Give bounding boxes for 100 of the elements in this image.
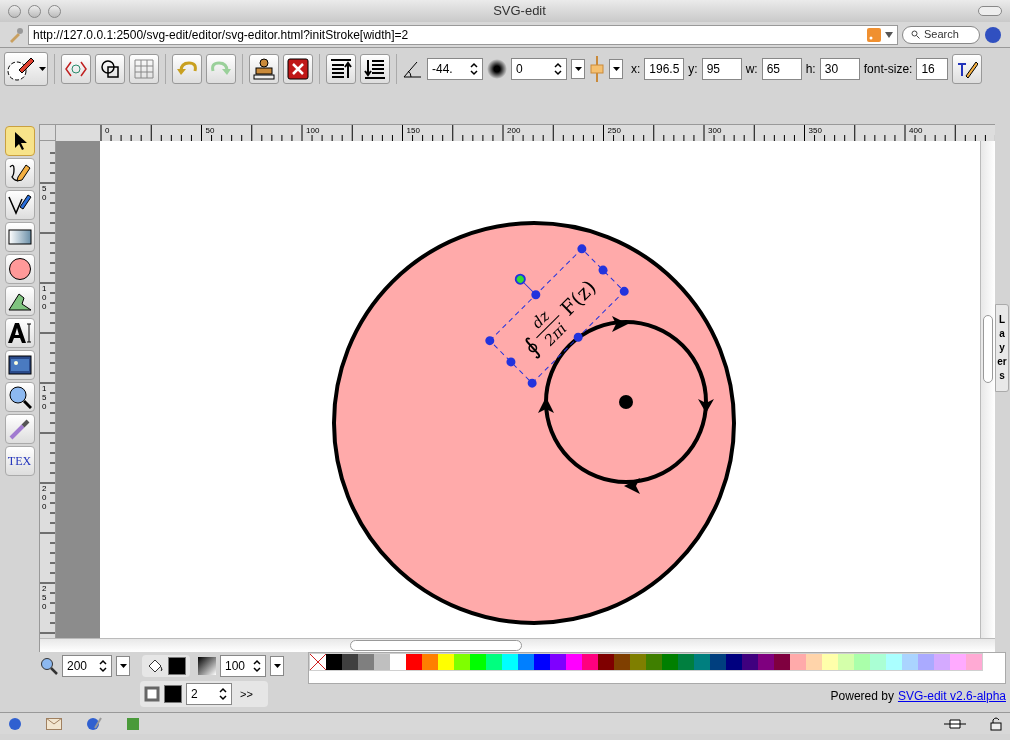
clone-button[interactable] (249, 54, 279, 84)
color-swatch[interactable] (630, 654, 646, 670)
dropdown-button[interactable] (571, 59, 585, 79)
window-control[interactable] (8, 4, 21, 18)
text-icon (6, 321, 33, 345)
resize-handle[interactable] (598, 265, 608, 275)
color-swatch[interactable] (838, 654, 854, 670)
color-swatch[interactable] (710, 654, 726, 670)
tool-button[interactable] (4, 222, 35, 252)
color-swatch[interactable] (598, 654, 614, 670)
no-color-swatch[interactable] (310, 654, 326, 670)
color-swatch[interactable] (550, 654, 566, 670)
x-field[interactable]: 196.5 (644, 58, 685, 80)
color-swatch[interactable] (774, 654, 790, 670)
color-swatch[interactable] (742, 654, 758, 670)
tool-button[interactable]: TEX (4, 446, 35, 476)
color-swatch[interactable] (534, 654, 550, 670)
color-swatch[interactable] (502, 654, 518, 670)
move-to-bottom-button[interactable] (360, 54, 390, 84)
stroke-width-field[interactable]: 2 (186, 683, 232, 705)
large-circle[interactable] (332, 221, 736, 625)
color-swatch[interactable] (566, 654, 582, 670)
delete-button[interactable] (283, 54, 313, 84)
tool-button[interactable] (4, 382, 35, 412)
y-field[interactable]: 95 (701, 58, 742, 80)
color-swatch[interactable] (422, 654, 438, 670)
blur-field[interactable]: 0 (511, 58, 567, 80)
color-swatch[interactable] (518, 654, 534, 670)
color-swatch[interactable] (438, 654, 454, 670)
resize-handle[interactable] (577, 244, 587, 254)
color-swatch[interactable] (582, 654, 598, 670)
color-swatch[interactable] (870, 654, 886, 670)
opacity-field[interactable]: 100 (220, 655, 266, 677)
tool-button[interactable] (4, 350, 35, 380)
tool-button[interactable] (4, 286, 35, 316)
color-swatch[interactable] (406, 654, 422, 670)
undo-button[interactable] (172, 54, 202, 84)
color-swatch[interactable] (918, 654, 934, 670)
tool-button[interactable] (4, 414, 35, 444)
tool-button[interactable] (4, 190, 35, 220)
fill-color-swatch[interactable] (168, 657, 186, 675)
color-swatch[interactable] (950, 654, 966, 670)
main-menu-button[interactable] (4, 52, 48, 86)
address-field[interactable]: http://127.0.0.1:2500/svg-edit/editor/svg-editor.html?initStroke[width]=2 (28, 24, 898, 45)
color-swatch[interactable] (886, 654, 902, 670)
resize-handle[interactable] (506, 357, 516, 367)
dropdown-button[interactable] (270, 656, 284, 676)
tex-edit-button[interactable] (952, 54, 983, 84)
color-swatch[interactable] (326, 654, 342, 670)
color-swatch[interactable] (694, 654, 710, 670)
color-swatch[interactable] (374, 654, 390, 670)
color-swatch[interactable] (854, 654, 870, 670)
toolbar-pill-button[interactable] (978, 6, 1002, 16)
tool-button[interactable] (4, 254, 35, 284)
dropdown-button[interactable] (116, 656, 130, 676)
color-swatch[interactable] (678, 654, 694, 670)
search-field[interactable]: Search (902, 25, 980, 44)
zoom-field[interactable]: 200 (62, 655, 112, 677)
window-control[interactable] (48, 4, 61, 18)
tool-button[interactable] (4, 318, 35, 348)
more-button[interactable]: >> (236, 685, 257, 703)
resize-handle[interactable] (527, 378, 537, 388)
svg-source-button[interactable] (61, 54, 91, 84)
wireframe-button[interactable] (95, 54, 125, 84)
color-swatch[interactable] (454, 654, 470, 670)
resize-handle[interactable] (619, 286, 629, 296)
color-swatch[interactable] (390, 654, 406, 670)
stroke-color-swatch[interactable] (164, 685, 182, 703)
color-swatch[interactable] (822, 654, 838, 670)
color-swatch[interactable] (726, 654, 742, 670)
layers-tab[interactable]: Layers (995, 304, 1009, 392)
font-size-field[interactable]: 16 (916, 58, 949, 80)
color-swatch[interactable] (470, 654, 486, 670)
color-swatch[interactable] (342, 654, 358, 670)
color-swatch[interactable] (934, 654, 950, 670)
resize-handle[interactable] (485, 336, 495, 346)
color-swatch[interactable] (806, 654, 822, 670)
rotate-handle[interactable] (514, 273, 526, 285)
dropdown-button[interactable] (609, 59, 623, 79)
tool-button[interactable] (4, 158, 35, 188)
height-field[interactable]: 30 (819, 58, 860, 80)
width-field[interactable]: 65 (761, 58, 802, 80)
redo-button[interactable] (206, 54, 236, 84)
color-swatch[interactable] (614, 654, 630, 670)
angle-field[interactable]: -44. (427, 58, 483, 80)
tool-button[interactable] (4, 126, 35, 156)
move-to-top-button[interactable] (326, 54, 356, 84)
resize-handle[interactable] (573, 332, 583, 342)
color-swatch[interactable] (790, 654, 806, 670)
color-swatch[interactable] (902, 654, 918, 670)
color-swatch[interactable] (358, 654, 374, 670)
color-swatch[interactable] (646, 654, 662, 670)
color-swatch[interactable] (486, 654, 502, 670)
rectangle-icon (7, 228, 32, 246)
window-control[interactable] (28, 4, 41, 18)
color-swatch[interactable] (758, 654, 774, 670)
resize-handle[interactable] (531, 290, 541, 300)
color-swatch[interactable] (966, 654, 982, 670)
svg-edit-link[interactable]: SVG-edit v2.6-alpha (897, 687, 1006, 705)
color-swatch[interactable] (662, 654, 678, 670)
